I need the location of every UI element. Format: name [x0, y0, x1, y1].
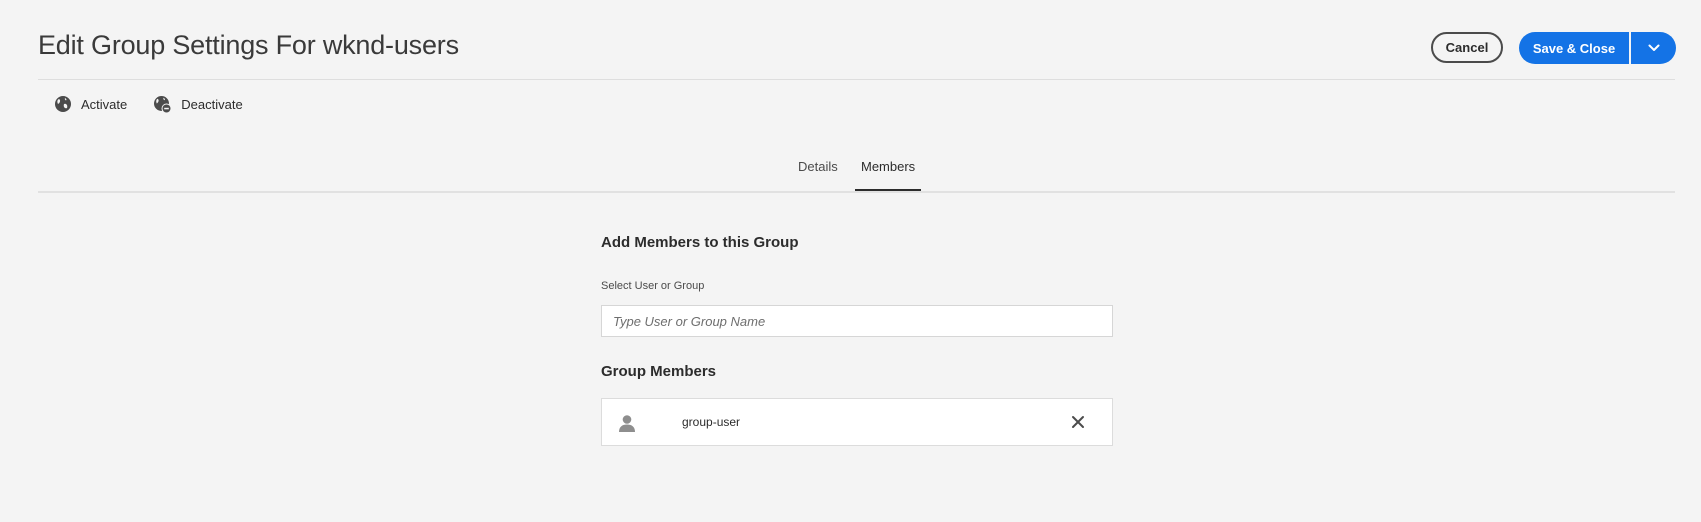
tab-details[interactable]: Details	[798, 159, 838, 191]
action-bar: Activate Deactivate	[54, 93, 243, 115]
globe-icon	[55, 96, 71, 112]
deactivate-button[interactable]: Deactivate	[153, 95, 243, 114]
cancel-button[interactable]: Cancel	[1431, 32, 1503, 63]
remove-member-close-icon[interactable]	[1070, 414, 1086, 430]
deactivate-label: Deactivate	[181, 96, 243, 112]
tab-members[interactable]: Members	[855, 159, 922, 191]
page-title: Edit Group Settings For wknd-users	[38, 30, 459, 60]
edit-group-page: Edit Group Settings For wknd-users Cance…	[0, 0, 1701, 522]
member-name: group-user	[682, 415, 741, 429]
globe-minus-icon	[154, 95, 172, 113]
save-button-group: Save & Close	[1519, 32, 1676, 64]
group-members-heading: Group Members	[601, 363, 717, 380]
user-icon	[619, 415, 635, 432]
tab-bar: Details Members	[38, 150, 1675, 193]
chevron-down-icon	[1648, 44, 1659, 51]
member-list-item: group-user	[601, 398, 1113, 446]
save-and-close-button[interactable]: Save & Close	[1519, 32, 1629, 64]
activate-label: Activate	[81, 96, 128, 112]
save-options-dropdown-button[interactable]	[1631, 32, 1676, 64]
add-members-heading: Add Members to this Group	[601, 234, 799, 251]
user-group-search-input[interactable]	[601, 305, 1113, 337]
activate-button[interactable]: Activate	[54, 95, 127, 113]
select-user-label: Select User or Group	[601, 280, 705, 292]
page-header: Edit Group Settings For wknd-users Cance…	[38, 0, 1676, 80]
